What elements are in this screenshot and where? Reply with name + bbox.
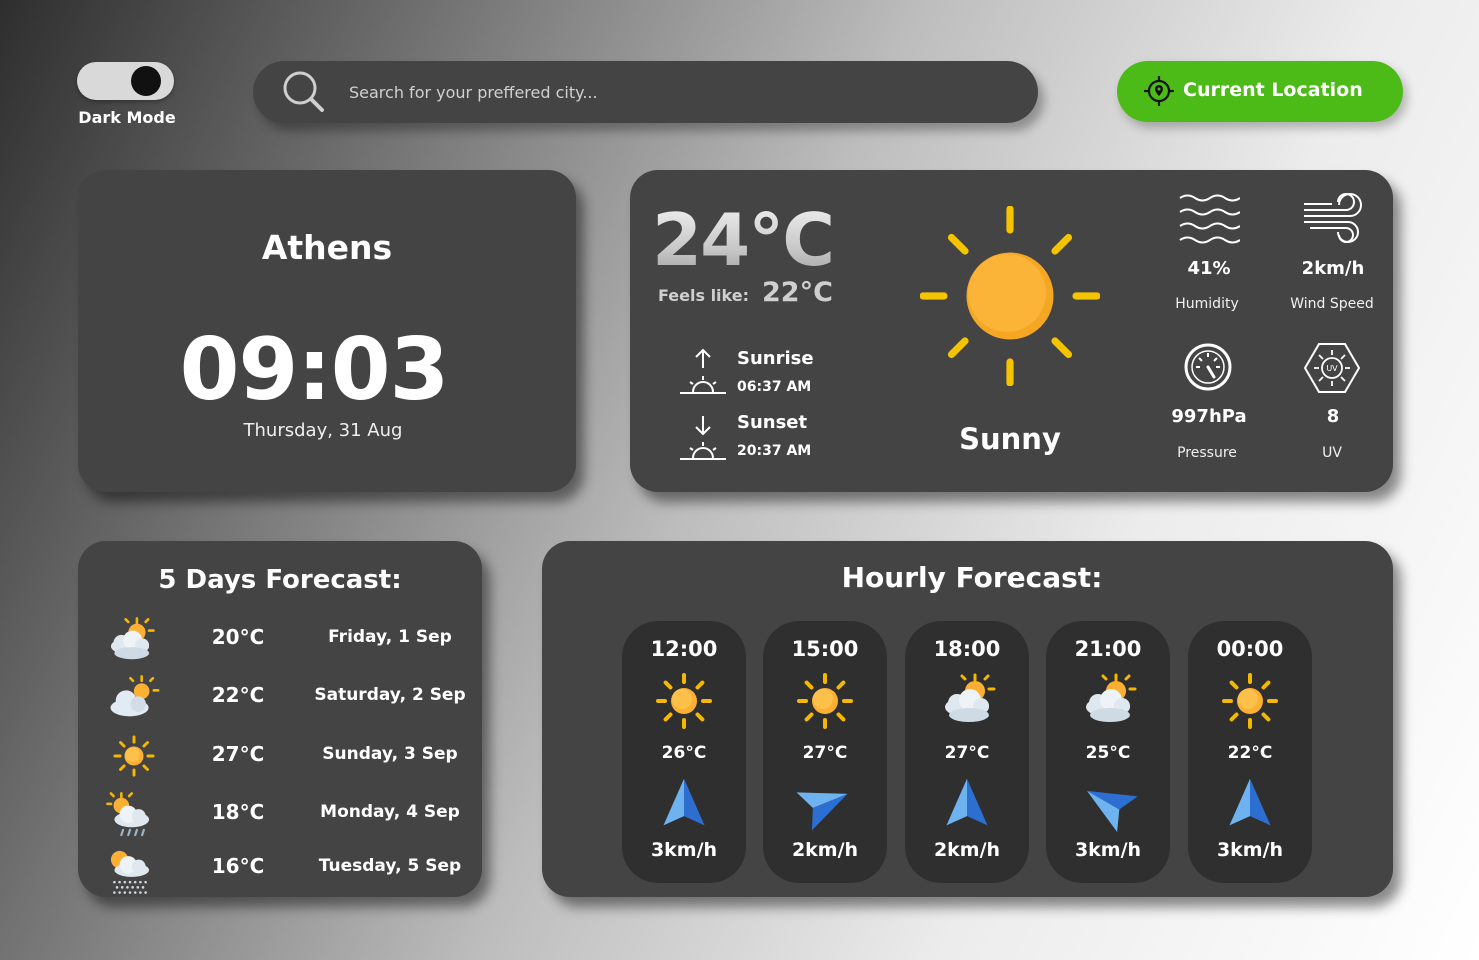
sunrise-label: Sunrise — [737, 348, 814, 369]
forecast-day: Tuesday, 5 Sep — [318, 856, 462, 876]
sunrise-icon — [680, 348, 726, 394]
navigation-west-icon — [1070, 765, 1146, 841]
forecast-day: Saturday, 2 Sep — [314, 685, 466, 705]
uv-value: 8 — [1326, 406, 1340, 427]
hourly-temp: 27°C — [802, 743, 848, 763]
partly-cloudy-icon — [1078, 671, 1138, 731]
partly-cloudy-icon — [937, 671, 997, 731]
forecast-day: Friday, 1 Sep — [328, 627, 452, 647]
sunrise-time: 06:37 AM — [737, 379, 812, 395]
humidity-label: Humidity — [1175, 296, 1239, 312]
sun-icon — [920, 206, 1100, 386]
forecast-row: 22°C Saturday, 2 Sep — [78, 671, 482, 721]
forecast-temp: 20°C — [211, 625, 265, 649]
city-name: Athens — [261, 228, 393, 267]
hourly-forecast-card: Hourly Forecast: 12:00 26°C 3km/h 15:00 … — [542, 541, 1393, 897]
wind-speed-label: Wind Speed — [1290, 296, 1374, 312]
uv-label: UV — [1322, 445, 1342, 461]
hourly-wind: 2km/h — [933, 839, 1001, 861]
uv-icon: UV — [1303, 343, 1361, 393]
current-time: 09:03 — [179, 320, 450, 420]
hourly-time: 12:00 — [650, 637, 718, 661]
hourly-forecast-title: Hourly Forecast: — [841, 561, 1103, 594]
humidity-value: 41% — [1187, 258, 1231, 279]
search-icon[interactable] — [281, 69, 327, 115]
sun-icon — [654, 671, 714, 731]
sunset-time: 20:37 AM — [737, 443, 812, 459]
crosshair-location-icon — [1144, 76, 1174, 106]
forecast-row: 20°C Friday, 1 Sep — [78, 613, 482, 663]
five-day-forecast-title: 5 Days Forecast: — [158, 565, 402, 595]
forecast-row: 18°C Monday, 4 Sep — [78, 788, 482, 838]
hourly-temp: 22°C — [1227, 743, 1273, 763]
current-location-button[interactable]: Current Location — [1117, 61, 1403, 122]
hourly-wind: 3km/h — [1074, 839, 1142, 861]
cloud-sun-icon — [102, 673, 164, 725]
wind-icon — [1304, 193, 1362, 243]
dark-mode-label: Dark Mode — [78, 108, 176, 127]
hourly-time: 18:00 — [933, 637, 1001, 661]
sun-icon — [1220, 671, 1280, 731]
forecast-temp: 18°C — [211, 800, 265, 824]
hourly-item[interactable]: 12:00 26°C 3km/h — [622, 621, 746, 883]
hourly-wind: 3km/h — [1216, 839, 1284, 861]
svg-text:UV: UV — [1326, 364, 1338, 373]
current-date: Thursday, 31 Aug — [243, 420, 403, 441]
sun-icon — [795, 671, 855, 731]
search-bar[interactable] — [253, 61, 1038, 123]
sun-icon — [112, 734, 156, 778]
current-weather-card: 24°C Feels like: 22°C Sunrise 06:37 AM S… — [630, 170, 1393, 492]
toggle-knob[interactable] — [131, 66, 161, 96]
hourly-wind: 3km/h — [650, 839, 718, 861]
hourly-item[interactable]: 00:00 22°C 3km/h — [1188, 621, 1312, 883]
pressure-gauge-icon — [1184, 343, 1232, 391]
hourly-temp: 25°C — [1085, 743, 1131, 763]
feels-like-value: 22°C — [762, 277, 833, 308]
hourly-item[interactable]: 18:00 27°C 2km/h — [905, 621, 1029, 883]
navigation-north-icon — [1222, 775, 1278, 831]
five-day-forecast-card: 5 Days Forecast: 20°C Friday, 1 Sep 22°C… — [78, 541, 482, 897]
forecast-day: Sunday, 3 Sep — [322, 744, 458, 764]
partly-cloudy-icon — [104, 615, 156, 667]
search-input[interactable] — [349, 77, 989, 107]
weather-condition: Sunny — [959, 422, 1061, 456]
navigation-east-icon — [789, 767, 862, 840]
drizzle-icon — [104, 844, 156, 896]
pressure-label: Pressure — [1177, 445, 1237, 461]
navigation-north-icon — [939, 775, 995, 831]
hourly-time: 21:00 — [1074, 637, 1142, 661]
hourly-wind: 2km/h — [791, 839, 859, 861]
navigation-north-icon — [656, 775, 712, 831]
forecast-day: Monday, 4 Sep — [320, 802, 460, 822]
current-temperature: 24°C — [652, 198, 835, 282]
wind-speed-value: 2km/h — [1301, 258, 1365, 279]
forecast-temp: 22°C — [211, 683, 265, 707]
current-location-label: Current Location — [1183, 79, 1363, 101]
dark-mode-toggle[interactable] — [77, 62, 174, 100]
hourly-time: 15:00 — [791, 637, 859, 661]
sunset-icon — [680, 416, 726, 460]
forecast-temp: 27°C — [211, 742, 265, 766]
forecast-row: 27°C Sunday, 3 Sep — [78, 730, 482, 780]
feels-like-label: Feels like: — [658, 286, 749, 305]
hourly-time: 00:00 — [1216, 637, 1284, 661]
hourly-item[interactable]: 15:00 27°C 2km/h — [763, 621, 887, 883]
sunset-label: Sunset — [737, 412, 808, 433]
city-card: Athens 09:03 Thursday, 31 Aug — [78, 170, 576, 492]
pressure-value: 997hPa — [1171, 406, 1247, 427]
forecast-row: 16°C Tuesday, 5 Sep — [78, 842, 482, 892]
humidity-waves-icon — [1179, 194, 1240, 244]
hourly-item[interactable]: 21:00 25°C 3km/h — [1046, 621, 1170, 883]
hourly-temp: 26°C — [661, 743, 707, 763]
forecast-temp: 16°C — [211, 854, 265, 878]
hourly-temp: 27°C — [944, 743, 990, 763]
rain-icon — [104, 790, 156, 842]
